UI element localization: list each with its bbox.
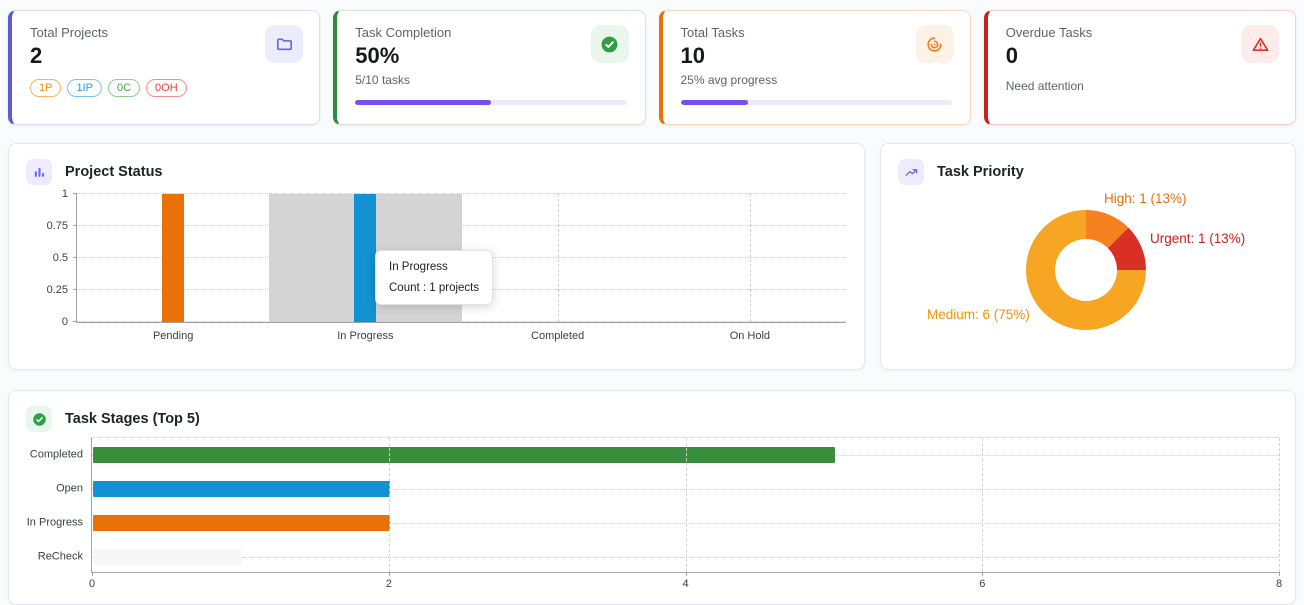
progress-fill: [355, 100, 491, 105]
completion-progress-bar: [355, 100, 626, 105]
stat-value: 10: [681, 43, 952, 69]
y-tick-label: 0.75: [47, 220, 68, 232]
project-status-header: Project Status: [9, 144, 864, 185]
badge-in-progress: 1IP: [67, 79, 102, 97]
alert-triangle-icon: [1241, 25, 1279, 63]
project-status-chart[interactable]: 00.250.50.751PendingIn ProgressCompleted…: [76, 194, 846, 323]
bar-recheck[interactable]: [93, 549, 241, 565]
x-tick-label: 0: [89, 578, 95, 590]
check-circle-icon: [591, 25, 629, 63]
stats-row: Total Projects 2 1P 1IP 0C 0OH Task Comp…: [8, 10, 1296, 125]
stat-label: Total Projects: [30, 25, 301, 40]
y-tick: [73, 193, 77, 194]
stat-value: 2: [30, 43, 301, 69]
x-tick: [92, 572, 93, 576]
folder-icon: [265, 25, 303, 63]
x-gridline: [686, 438, 687, 572]
badge-completed: 0C: [108, 79, 140, 97]
donut-label-medium: Medium: 6 (75%): [927, 307, 1030, 322]
project-status-card: Project Status 00.250.50.751PendingIn Pr…: [8, 143, 865, 370]
gridline: [77, 321, 846, 322]
task-stages-header: Task Stages (Top 5): [9, 391, 1295, 432]
x-tick-label: 4: [682, 578, 688, 590]
task-stages-chart[interactable]: CompletedOpenIn ProgressReCheck02468: [91, 437, 1279, 573]
y-tick-label: 0.25: [47, 284, 68, 296]
bar-open[interactable]: [93, 481, 390, 497]
bar-in-progress[interactable]: [354, 194, 376, 322]
charts-row: Project Status 00.250.50.751PendingIn Pr…: [8, 143, 1296, 370]
x-gridline: [389, 438, 390, 572]
donut-label-urgent: Urgent: 1 (13%): [1150, 231, 1245, 246]
y-tick-label: 0: [62, 316, 68, 328]
badge-pending: 1P: [30, 79, 61, 97]
x-category-label: In Progress: [337, 330, 393, 342]
category-label-in-progress: In Progress: [19, 516, 83, 529]
gridline: [77, 225, 846, 226]
stat-card-overdue-tasks: Overdue Tasks 0 Need attention: [984, 10, 1296, 125]
task-priority-card: Task Priority High: 1 (13%) Urgent: 1 (1…: [880, 143, 1296, 370]
stat-label: Task Completion: [355, 25, 626, 40]
badge-on-hold: 0OH: [146, 79, 187, 97]
stat-subtitle: 5/10 tasks: [355, 73, 626, 87]
bar-chart-icon: [26, 159, 52, 185]
donut-label-high: High: 1 (13%): [1104, 191, 1187, 206]
card-title: Task Priority: [937, 164, 1024, 180]
x-category-label: Completed: [531, 330, 584, 342]
bar-in-progress[interactable]: [93, 515, 390, 531]
stat-card-total-projects: Total Projects 2 1P 1IP 0C 0OH: [8, 10, 320, 125]
category-label-completed: Completed: [19, 448, 83, 461]
stat-label: Total Tasks: [681, 25, 952, 40]
stat-label: Overdue Tasks: [1006, 25, 1277, 40]
x-gridline: [1279, 438, 1280, 572]
tooltip-category: In Progress: [389, 261, 479, 273]
y-tick: [73, 321, 77, 322]
stat-card-total-tasks: Total Tasks 10 25% avg progress: [659, 10, 971, 125]
category-label-open: Open: [19, 482, 83, 495]
gridline: [77, 193, 846, 194]
y-tick: [73, 257, 77, 258]
stat-value: 0: [1006, 43, 1277, 69]
x-tick: [1279, 572, 1280, 576]
progress-fill: [681, 100, 749, 105]
stat-card-task-completion: Task Completion 50% 5/10 tasks: [333, 10, 645, 125]
dashboard-page: Total Projects 2 1P 1IP 0C 0OH Task Comp…: [0, 0, 1304, 605]
x-category-label: On Hold: [730, 330, 770, 342]
spiral-target-icon: [916, 25, 954, 63]
category-gridline: [558, 194, 559, 322]
trending-up-icon: [898, 159, 924, 185]
x-tick: [982, 572, 983, 576]
y-tick: [73, 289, 77, 290]
bar-completed[interactable]: [93, 447, 835, 463]
x-category-label: Pending: [153, 330, 193, 342]
card-title: Task Stages (Top 5): [65, 411, 200, 427]
x-gridline: [982, 438, 983, 572]
x-tick-label: 6: [979, 578, 985, 590]
tooltip-value: Count : 1 projects: [389, 282, 479, 294]
task-priority-donut[interactable]: [1026, 210, 1146, 330]
project-count-badges: 1P 1IP 0C 0OH: [30, 79, 301, 97]
card-title: Project Status: [65, 164, 163, 180]
y-tick-label: 0.5: [53, 252, 68, 264]
stat-subtitle: Need attention: [1006, 79, 1277, 93]
avg-progress-bar: [681, 100, 952, 105]
chart-tooltip: In Progress Count : 1 projects: [375, 250, 493, 305]
category-gridline: [750, 194, 751, 322]
category-label-recheck: ReCheck: [19, 550, 83, 563]
check-circle-icon: [26, 406, 52, 432]
stat-subtitle: 25% avg progress: [681, 73, 952, 87]
x-tick-label: 2: [386, 578, 392, 590]
task-priority-header: Task Priority: [881, 144, 1295, 185]
y-tick-label: 1: [62, 188, 68, 200]
x-tick: [686, 572, 687, 576]
task-stages-card: Task Stages (Top 5) CompletedOpenIn Prog…: [8, 390, 1296, 605]
x-tick-label: 8: [1276, 578, 1282, 590]
stat-value: 50%: [355, 43, 626, 69]
x-tick: [389, 572, 390, 576]
y-tick: [73, 225, 77, 226]
bar-pending[interactable]: [162, 194, 184, 322]
